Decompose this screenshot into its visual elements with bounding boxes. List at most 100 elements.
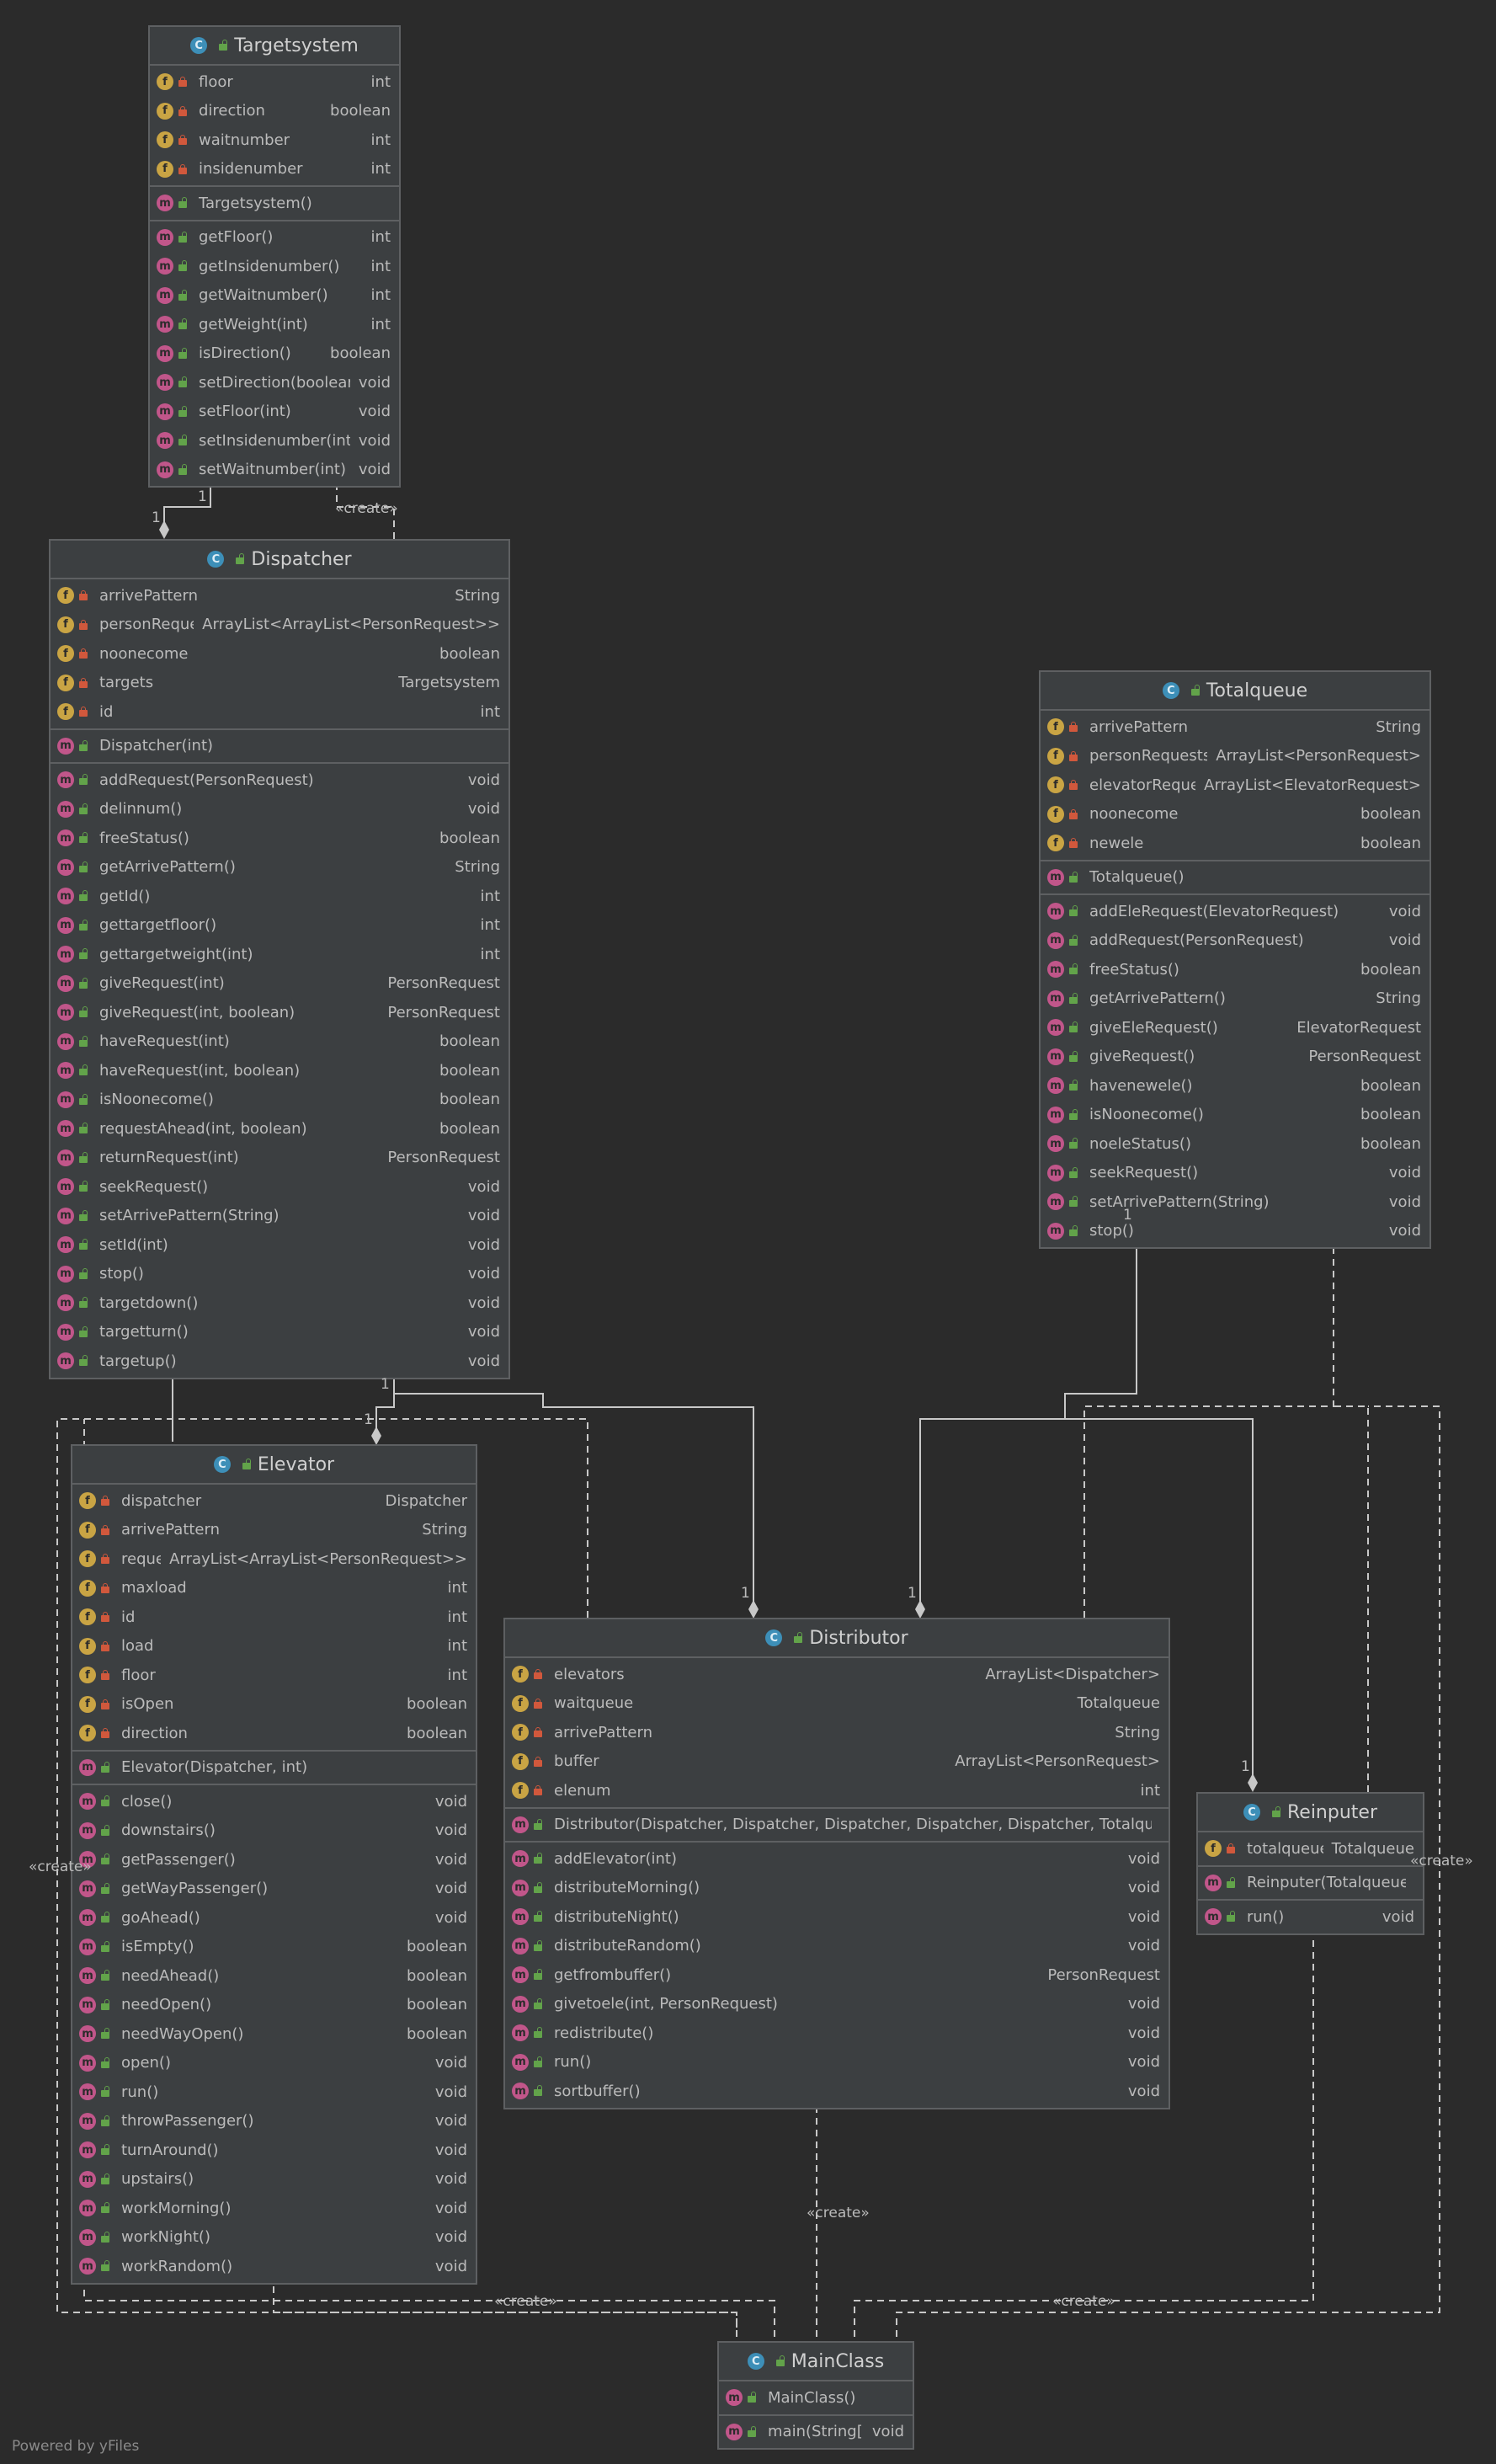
method-row[interactable]: m addEleRequest(ElevatorRequest) void: [1041, 897, 1429, 926]
field-row[interactable]: f newele boolean: [1041, 829, 1429, 858]
method-row[interactable]: m delinnum() void: [51, 795, 508, 824]
field-row[interactable]: f noonecome boolean: [51, 639, 508, 669]
method-row[interactable]: m gettargetfloor() int: [51, 911, 508, 941]
method-row[interactable]: m goAhead() void: [72, 1903, 476, 1933]
field-row[interactable]: f arrivePattern String: [72, 1516, 476, 1545]
method-row[interactable]: m isNoonecome() boolean: [51, 1085, 508, 1115]
constructor-row[interactable]: m Elevator(Dispatcher, int): [72, 1753, 476, 1783]
method-row[interactable]: m getArrivePattern() String: [1041, 984, 1429, 1014]
field-row[interactable]: f totalqueue Totalqueue: [1198, 1834, 1423, 1864]
field-row[interactable]: f requests ArrayList<ArrayList<PersonReque…: [72, 1544, 476, 1574]
method-row[interactable]: m setDirection(boolean) void: [150, 368, 399, 397]
method-row[interactable]: m getFloor() int: [150, 223, 399, 253]
method-row[interactable]: m getId() int: [51, 882, 508, 911]
class-distributor[interactable]: C Distributor f elevators ArrayList<Dispatch…: [503, 1618, 1170, 2109]
field-row[interactable]: f id int: [51, 697, 508, 727]
method-row[interactable]: m targetturn() void: [51, 1318, 508, 1347]
field-row[interactable]: f maxload int: [72, 1574, 476, 1603]
field-row[interactable]: f floor int: [72, 1661, 476, 1690]
method-row[interactable]: m givetoele(int, PersonRequest) void: [505, 1990, 1169, 2019]
method-row[interactable]: m downstairs() void: [72, 1816, 476, 1846]
method-row[interactable]: m getArrivePattern() String: [51, 853, 508, 883]
method-row[interactable]: m isDirection() boolean: [150, 339, 399, 369]
field-row[interactable]: f buffer ArrayList<PersonRequest>: [505, 1747, 1169, 1777]
method-row[interactable]: m needWayOpen() boolean: [72, 2019, 476, 2049]
field-row[interactable]: f elevatorRequests ArrayList<ElevatorReque…: [1041, 771, 1429, 800]
constructor-row[interactable]: m MainClass(): [719, 2383, 913, 2413]
field-row[interactable]: f arrivePattern String: [1041, 712, 1429, 742]
method-row[interactable]: m haveRequest(int) boolean: [51, 1027, 508, 1057]
method-row[interactable]: m returnRequest(int) PersonRequest: [51, 1144, 508, 1173]
method-row[interactable]: m isEmpty() boolean: [72, 1933, 476, 1962]
method-row[interactable]: m run() void: [505, 2048, 1169, 2077]
class-totalqueue[interactable]: C Totalqueue f arrivePattern String f personRe…: [1039, 670, 1431, 1249]
method-row[interactable]: m stop() void: [1041, 1217, 1429, 1246]
method-row[interactable]: m targetdown() void: [51, 1288, 508, 1318]
method-row[interactable]: m getInsidenumber() int: [150, 252, 399, 281]
method-row[interactable]: m stop() void: [51, 1260, 508, 1289]
method-row[interactable]: m getfrombuffer() PersonRequest: [505, 1960, 1169, 1990]
method-row[interactable]: m addRequest(PersonRequest) void: [1041, 926, 1429, 956]
method-row[interactable]: m run() void: [1198, 1902, 1423, 1932]
method-row[interactable]: m open() void: [72, 2049, 476, 2078]
method-row[interactable]: m seekRequest() void: [51, 1172, 508, 1202]
constructor-row[interactable]: m Distributor(Dispatcher, Dispatcher, Dis…: [505, 1811, 1169, 1840]
field-row[interactable]: f floor int: [150, 67, 399, 97]
constructor-row[interactable]: m Dispatcher(int): [51, 732, 508, 761]
method-row[interactable]: m giveRequest() PersonRequest: [1041, 1043, 1429, 1072]
method-row[interactable]: m throwPassenger() void: [72, 2107, 476, 2136]
method-row[interactable]: m giveRequest(int, boolean) PersonRequest: [51, 998, 508, 1027]
field-row[interactable]: f id int: [72, 1603, 476, 1632]
method-row[interactable]: m getWaitnumber() int: [150, 281, 399, 311]
method-row[interactable]: m setWaitnumber(int) void: [150, 456, 399, 485]
field-row[interactable]: f load int: [72, 1632, 476, 1661]
method-row[interactable]: m setId(int) void: [51, 1230, 508, 1260]
field-row[interactable]: f isOpen boolean: [72, 1690, 476, 1720]
field-row[interactable]: f waitnumber int: [150, 125, 399, 155]
class-targetsystem[interactable]: C Targetsystem f floor int f direction boolean f…: [148, 25, 401, 488]
method-row[interactable]: m main(String[]) void: [719, 2418, 913, 2447]
method-row[interactable]: m freeStatus() boolean: [1041, 955, 1429, 984]
field-row[interactable]: f waitqueue Totalqueue: [505, 1689, 1169, 1719]
method-row[interactable]: m turnAround() void: [72, 2136, 476, 2165]
method-row[interactable]: m setFloor(int) void: [150, 397, 399, 427]
method-row[interactable]: m run() void: [72, 2077, 476, 2107]
method-row[interactable]: m close() void: [72, 1787, 476, 1816]
method-row[interactable]: m getWeight(int) int: [150, 310, 399, 339]
method-row[interactable]: m giveRequest(int) PersonRequest: [51, 969, 508, 999]
field-row[interactable]: f elevators ArrayList<Dispatcher>: [505, 1660, 1169, 1689]
field-row[interactable]: f personRequests ArrayList<PersonRequest>: [1041, 742, 1429, 771]
method-row[interactable]: m workRandom() void: [72, 2252, 476, 2281]
method-row[interactable]: m upstairs() void: [72, 2165, 476, 2195]
method-row[interactable]: m targetup() void: [51, 1347, 508, 1376]
method-row[interactable]: m havenewele() boolean: [1041, 1071, 1429, 1101]
method-row[interactable]: m addElevator(int) void: [505, 1844, 1169, 1874]
method-row[interactable]: m sortbuffer() void: [505, 2077, 1169, 2106]
method-row[interactable]: m requestAhead(int, boolean) boolean: [51, 1114, 508, 1144]
field-row[interactable]: f personRequests ArrayList<ArrayList<Perso…: [51, 611, 508, 640]
method-row[interactable]: m gettargetweight(int) int: [51, 940, 508, 969]
method-row[interactable]: m noeleStatus() boolean: [1041, 1129, 1429, 1159]
field-row[interactable]: f arrivePattern String: [51, 581, 508, 611]
method-row[interactable]: m addRequest(PersonRequest) void: [51, 765, 508, 795]
field-row[interactable]: f dispatcher Dispatcher: [72, 1486, 476, 1516]
constructor-row[interactable]: m Totalqueue(): [1041, 863, 1429, 893]
field-row[interactable]: f arrivePattern String: [505, 1718, 1169, 1747]
field-row[interactable]: f noonecome boolean: [1041, 800, 1429, 829]
method-row[interactable]: m setArrivePattern(String) void: [51, 1202, 508, 1231]
method-row[interactable]: m workMorning() void: [72, 2194, 476, 2223]
class-elevator[interactable]: C Elevator f dispatcher Dispatcher f arrivePat…: [71, 1444, 477, 2285]
method-row[interactable]: m giveEleRequest() ElevatorRequest: [1041, 1013, 1429, 1043]
class-dispatcher[interactable]: C Dispatcher f arrivePattern String f personRe…: [49, 539, 510, 1379]
method-row[interactable]: m seekRequest() void: [1041, 1159, 1429, 1188]
field-row[interactable]: f direction boolean: [72, 1719, 476, 1748]
method-row[interactable]: m haveRequest(int, boolean) boolean: [51, 1056, 508, 1085]
method-row[interactable]: m setInsidenumber(int) void: [150, 426, 399, 456]
constructor-row[interactable]: m Targetsystem(): [150, 189, 399, 218]
method-row[interactable]: m redistribute() void: [505, 2019, 1169, 2048]
constructor-row[interactable]: m Reinputer(Totalqueue): [1198, 1869, 1423, 1898]
method-row[interactable]: m needAhead() boolean: [72, 1961, 476, 1991]
method-row[interactable]: m freeStatus() boolean: [51, 824, 508, 853]
method-row[interactable]: m distributeRandom() void: [505, 1932, 1169, 1961]
method-row[interactable]: m distributeMorning() void: [505, 1874, 1169, 1903]
